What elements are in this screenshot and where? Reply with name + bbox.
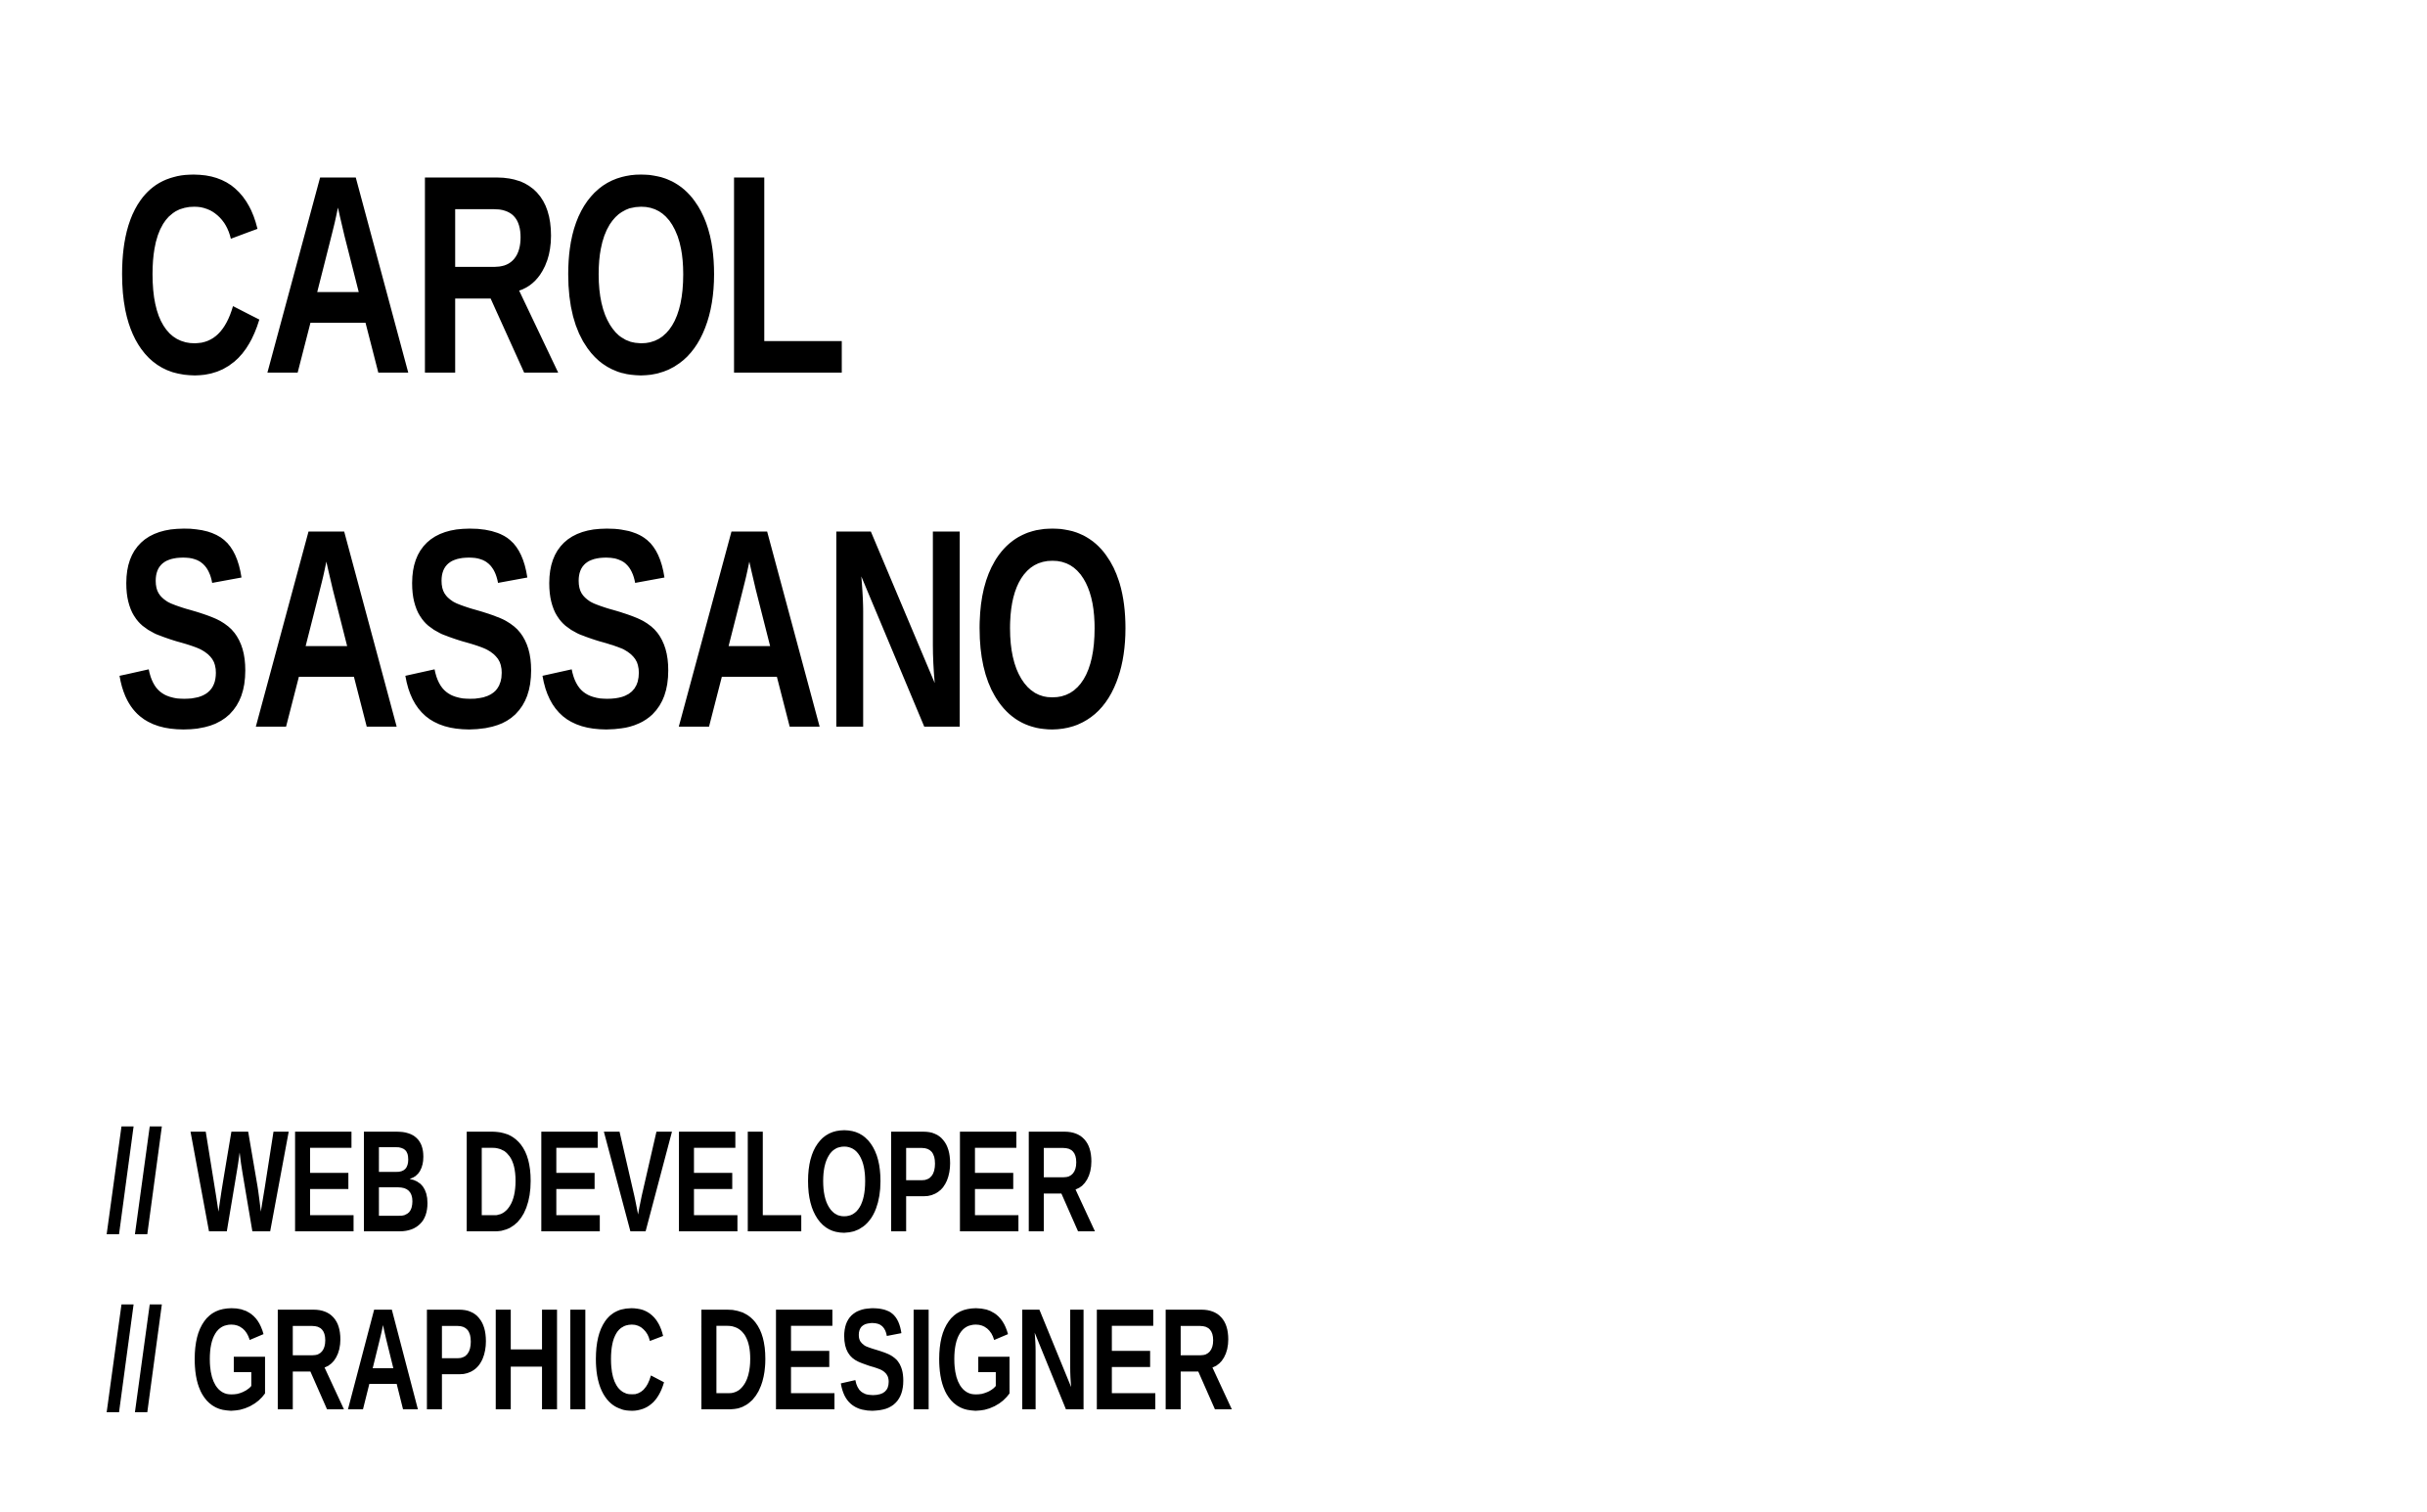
last-name: SASSANO	[113, 470, 1135, 787]
role-graphic-designer: // GRAPHIC DESIGNER	[106, 1279, 1234, 1441]
roles-list: // WEB DEVELOPER // GRAPHIC DESIGNER	[106, 1093, 1672, 1449]
first-name: CAROL	[113, 116, 848, 433]
hero-name: CAROL SASSANO	[113, 98, 1489, 806]
role-web-developer: // WEB DEVELOPER	[106, 1101, 1097, 1263]
